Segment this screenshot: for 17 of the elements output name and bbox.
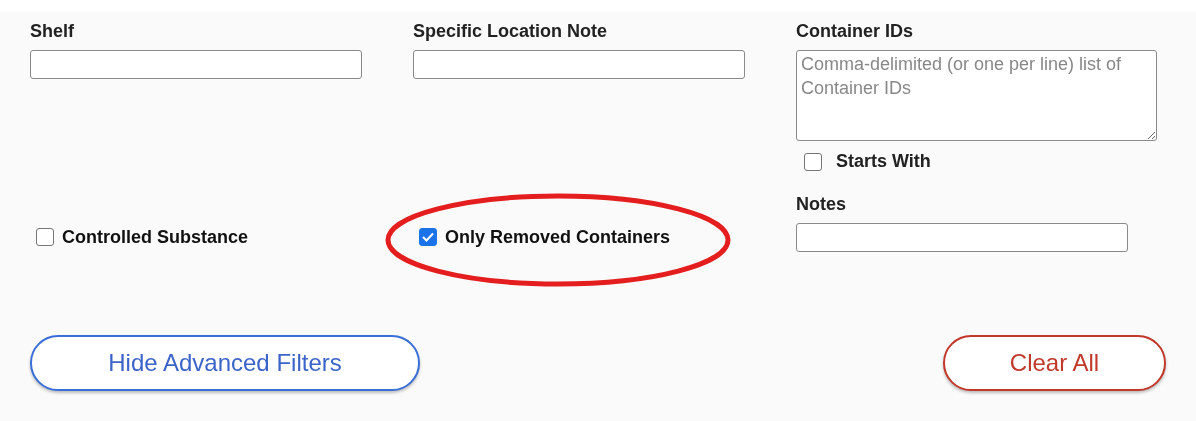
checkmark-icon <box>422 232 434 242</box>
checkbox[interactable] <box>804 152 822 171</box>
checkbox-label: Starts With <box>836 150 931 173</box>
text-field[interactable] <box>796 223 1128 252</box>
text-field[interactable] <box>413 50 745 79</box>
field-label: Notes <box>796 193 847 215</box>
textarea-field[interactable]: Comma-delimited (or one per line) list of Container IDs <box>796 50 1157 141</box>
checkbox[interactable] <box>36 228 54 246</box>
clear-button[interactable]: Clear All <box>943 335 1166 391</box>
checkbox-label: Only Removed Containers <box>445 225 671 249</box>
checkbox-label: Controlled Substance <box>62 225 249 249</box>
field-label: Specific Location Note <box>413 20 609 42</box>
text-field[interactable] <box>30 50 362 79</box>
field-label: Container IDs <box>796 20 915 42</box>
checkbox[interactable] <box>419 228 437 246</box>
field-label: Shelf <box>30 20 75 42</box>
toggle-filters-button[interactable]: Hide Advanced Filters <box>30 335 420 391</box>
